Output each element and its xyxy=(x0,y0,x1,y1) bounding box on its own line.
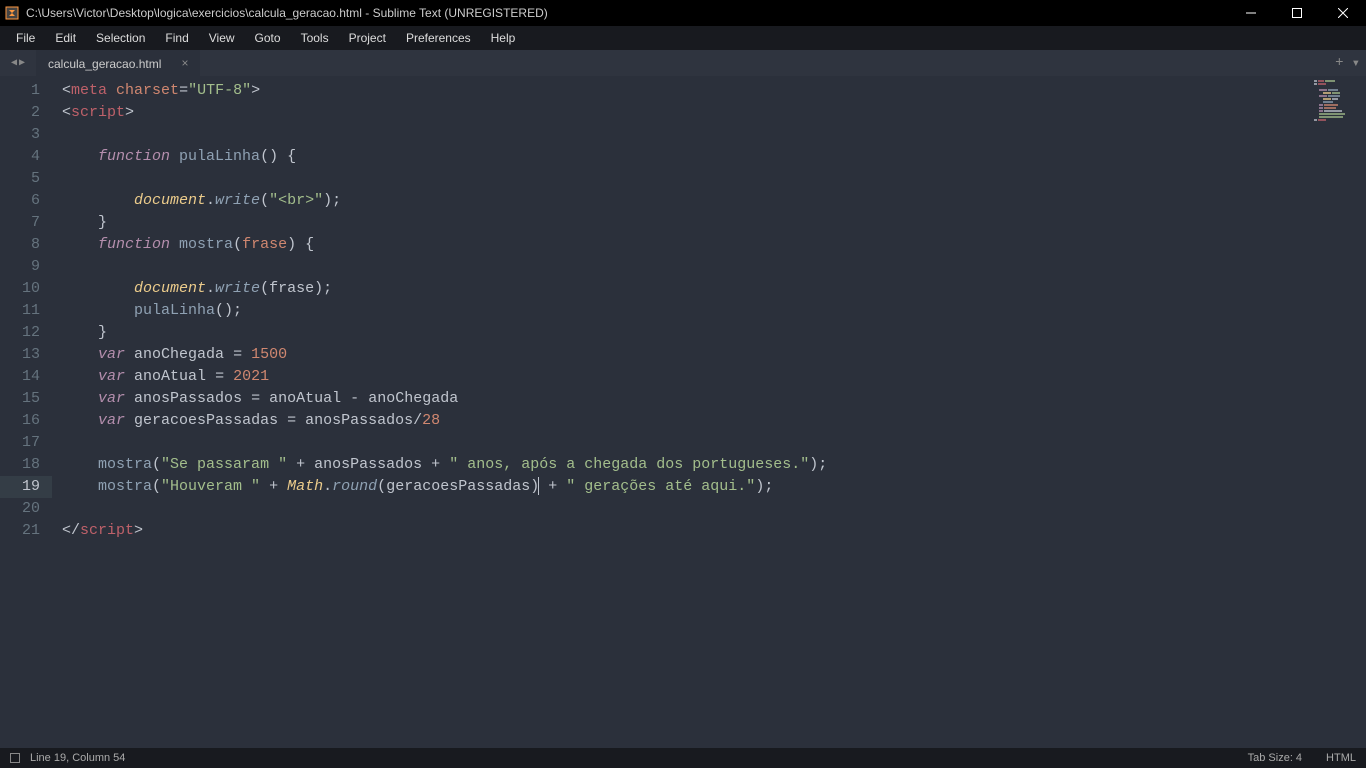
menu-goto[interactable]: Goto xyxy=(245,26,291,50)
code-line: } xyxy=(52,322,1366,344)
code-line xyxy=(52,432,1366,454)
app-icon xyxy=(4,5,20,21)
tab-label: calcula_geracao.html xyxy=(48,57,161,71)
line-number: 11 xyxy=(0,300,40,322)
line-number: 18 xyxy=(0,454,40,476)
line-number: 4 xyxy=(0,146,40,168)
menu-file[interactable]: File xyxy=(6,26,45,50)
code-line: function pulaLinha() { xyxy=(52,146,1366,168)
window-titlebar: C:\Users\Victor\Desktop\logica\exercicio… xyxy=(0,0,1366,26)
window-title: C:\Users\Victor\Desktop\logica\exercicio… xyxy=(26,6,1228,20)
line-number: 21 xyxy=(0,520,40,542)
menu-edit[interactable]: Edit xyxy=(45,26,86,50)
line-number: 3 xyxy=(0,124,40,146)
tab-bar: ◀ ▶ calcula_geracao.html × + ▾ xyxy=(0,50,1366,76)
code-line: <script> xyxy=(52,102,1366,124)
minimap[interactable] xyxy=(1314,80,1362,120)
menu-selection[interactable]: Selection xyxy=(86,26,155,50)
status-bar: Line 19, Column 54 Tab Size: 4 HTML xyxy=(0,748,1366,768)
line-number: 16 xyxy=(0,410,40,432)
line-number: 15 xyxy=(0,388,40,410)
tab-active[interactable]: calcula_geracao.html × xyxy=(36,50,200,76)
code-line: <meta charset="UTF-8"> xyxy=(52,80,1366,102)
line-number-active: 19 xyxy=(0,476,52,498)
code-line xyxy=(52,168,1366,190)
code-line: var anoAtual = 2021 xyxy=(52,366,1366,388)
code-line xyxy=(52,256,1366,278)
code-line: function mostra(frase) { xyxy=(52,234,1366,256)
menu-bar: File Edit Selection Find View Goto Tools… xyxy=(0,26,1366,50)
minimize-button[interactable] xyxy=(1228,0,1274,26)
new-tab-icon[interactable]: + xyxy=(1335,55,1343,71)
cursor-position[interactable]: Line 19, Column 54 xyxy=(30,752,125,764)
line-number: 2 xyxy=(0,102,40,124)
code-line: var geracoesPassadas = anosPassados/28 xyxy=(52,410,1366,432)
code-line: } xyxy=(52,212,1366,234)
menu-help[interactable]: Help xyxy=(481,26,526,50)
line-number: 12 xyxy=(0,322,40,344)
editor-area: 1 2 3 4 5 6 7 8 9 10 11 12 13 14 15 16 1… xyxy=(0,76,1366,748)
menu-tools[interactable]: Tools xyxy=(291,26,339,50)
tab-forward-icon[interactable]: ▶ xyxy=(19,57,25,69)
window-controls xyxy=(1228,0,1366,26)
panel-switcher-icon[interactable] xyxy=(10,753,20,763)
maximize-button[interactable] xyxy=(1274,0,1320,26)
tab-close-icon[interactable]: × xyxy=(178,56,192,70)
code-line: var anosPassados = anoAtual - anoChegada xyxy=(52,388,1366,410)
code-line xyxy=(52,498,1366,520)
code-line xyxy=(52,124,1366,146)
line-number: 6 xyxy=(0,190,40,212)
tab-size-status[interactable]: Tab Size: 4 xyxy=(1248,752,1302,764)
menu-project[interactable]: Project xyxy=(339,26,396,50)
code-line-active: mostra("Houveram " + Math.round(geracoes… xyxy=(52,476,1366,498)
code-line: mostra("Se passaram " + anosPassados + "… xyxy=(52,454,1366,476)
tab-back-icon[interactable]: ◀ xyxy=(11,57,17,69)
code-line: var anoChegada = 1500 xyxy=(52,344,1366,366)
code-editor[interactable]: <meta charset="UTF-8"> <script> function… xyxy=(52,76,1366,748)
line-number: 8 xyxy=(0,234,40,256)
menu-find[interactable]: Find xyxy=(155,26,198,50)
line-number: 17 xyxy=(0,432,40,454)
text-cursor xyxy=(538,477,539,495)
line-number: 14 xyxy=(0,366,40,388)
syntax-status[interactable]: HTML xyxy=(1326,752,1356,764)
code-line: document.write(frase); xyxy=(52,278,1366,300)
menu-view[interactable]: View xyxy=(199,26,245,50)
line-number-gutter[interactable]: 1 2 3 4 5 6 7 8 9 10 11 12 13 14 15 16 1… xyxy=(0,76,52,748)
line-number: 13 xyxy=(0,344,40,366)
line-number: 5 xyxy=(0,168,40,190)
code-line: pulaLinha(); xyxy=(52,300,1366,322)
code-line: document.write("<br>"); xyxy=(52,190,1366,212)
line-number: 7 xyxy=(0,212,40,234)
tab-history-buttons[interactable]: ◀ ▶ xyxy=(0,50,36,76)
line-number: 10 xyxy=(0,278,40,300)
line-number: 1 xyxy=(0,80,40,102)
code-line: </script> xyxy=(52,520,1366,542)
menu-preferences[interactable]: Preferences xyxy=(396,26,481,50)
tab-menu-icon[interactable]: ▾ xyxy=(1352,55,1360,72)
line-number: 20 xyxy=(0,498,40,520)
tab-actions: + ▾ xyxy=(1335,55,1360,72)
line-number: 9 xyxy=(0,256,40,278)
close-button[interactable] xyxy=(1320,0,1366,26)
